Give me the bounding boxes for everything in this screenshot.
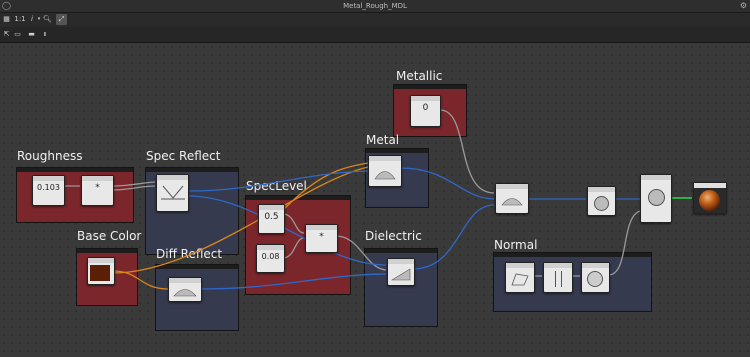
link-icon[interactable]: ⇱: [2, 29, 11, 40]
float-value[interactable]: 0.08: [257, 252, 284, 261]
material-mix-node[interactable]: [495, 183, 529, 214]
wire-diffreflect-to-dielectric: [199, 273, 387, 290]
base-color-node[interactable]: [87, 257, 115, 285]
normal-map-icon: [511, 273, 529, 286]
dropdown-icon[interactable]: ▾: [36, 14, 42, 25]
roughness-multiply-node[interactable]: *: [81, 175, 114, 206]
speclevel-value-node[interactable]: 0.5: [258, 204, 285, 234]
window-title: Metal_Rough_MDL: [343, 2, 407, 10]
metallic-value[interactable]: 0: [411, 103, 440, 113]
color-swatch[interactable]: [90, 265, 110, 281]
wire-dielectric-to-mix: [412, 204, 495, 270]
comment-icon[interactable]: ▭: [13, 29, 22, 40]
diffuse-bsdf-node[interactable]: [168, 277, 202, 302]
frame-icon[interactable]: ▬: [26, 29, 37, 40]
settings-icon[interactable]: ⚙: [739, 1, 748, 10]
float-value-node[interactable]: 0.08: [256, 244, 285, 273]
speclevel-multiply-node[interactable]: *: [305, 224, 338, 253]
wire-multiply-to-specreflect: [111, 181, 156, 187]
title-bar: ◯ Metal_Rough_MDL ⚙: [0, 0, 750, 13]
roughness-value-node[interactable]: 0.103: [32, 175, 65, 206]
wire-basecolor-to-diffreflect: [112, 270, 169, 290]
wire-speclevel-to-mult: [282, 213, 305, 234]
wire-metal-to-mix: [399, 167, 495, 200]
search-icon[interactable]: 🔍︎: [43, 14, 52, 25]
wire-specreflect-to-metal: [187, 170, 369, 192]
info-toggle[interactable]: i: [29, 14, 35, 25]
zoom-label[interactable]: 1:1: [14, 14, 26, 25]
fresnel-icon: [391, 268, 411, 281]
node-header: [411, 96, 440, 101]
mix-icon: [501, 198, 523, 206]
normal-chain-node[interactable]: [543, 262, 573, 293]
fit-view-icon[interactable]: ⤢: [56, 14, 67, 25]
speclevel-value[interactable]: 0.5: [259, 212, 284, 222]
grid-icon[interactable]: ▦: [2, 14, 11, 25]
roughness-value[interactable]: 0.103: [33, 183, 64, 192]
specular-icon: [161, 185, 185, 200]
app-window: ◯ Metal_Rough_MDL ⚙ ▦ 1:1 i ▾ 🔍︎ ⤢ ⇱ ▭ ▬…: [0, 0, 750, 357]
metal-bsdf-node[interactable]: [368, 155, 402, 187]
multiply-symbol-2: *: [319, 232, 324, 242]
wire-multiply-to-specreflect-2: [111, 185, 156, 191]
preview-sphere: [699, 190, 720, 211]
chain-icon: [555, 271, 562, 287]
material-surface-node[interactable]: [587, 186, 616, 216]
node-graph-canvas[interactable]: Metallic Metal Roughness Spec Reflect Sp…: [0, 43, 750, 357]
material-output-node[interactable]: [693, 182, 727, 214]
normal-geometry-node[interactable]: [581, 262, 610, 293]
edit-toolbar: ⇱ ▭ ▬ ı: [0, 27, 750, 43]
view-toolbar: ▦ 1:1 i ▾ 🔍︎ ⤢: [0, 13, 750, 27]
diffuse-icon: [173, 289, 197, 297]
metallic-value-node[interactable]: 0: [410, 95, 441, 127]
normal-input-node[interactable]: [505, 262, 535, 293]
info-icon[interactable]: ı: [42, 29, 48, 40]
sphere-icon: [594, 196, 609, 211]
mdl-material-node[interactable]: [640, 174, 672, 223]
bsdf-icon: [374, 171, 396, 180]
specular-bsdf-node[interactable]: [156, 174, 189, 212]
wire-normal-to-mdl: [607, 210, 641, 276]
geometry-icon: [587, 271, 603, 287]
multiply-symbol: *: [95, 183, 100, 193]
dielectric-bsdf-node[interactable]: [387, 258, 415, 286]
wire-float-to-mult: [282, 237, 305, 259]
material-sphere-icon: [648, 189, 665, 206]
